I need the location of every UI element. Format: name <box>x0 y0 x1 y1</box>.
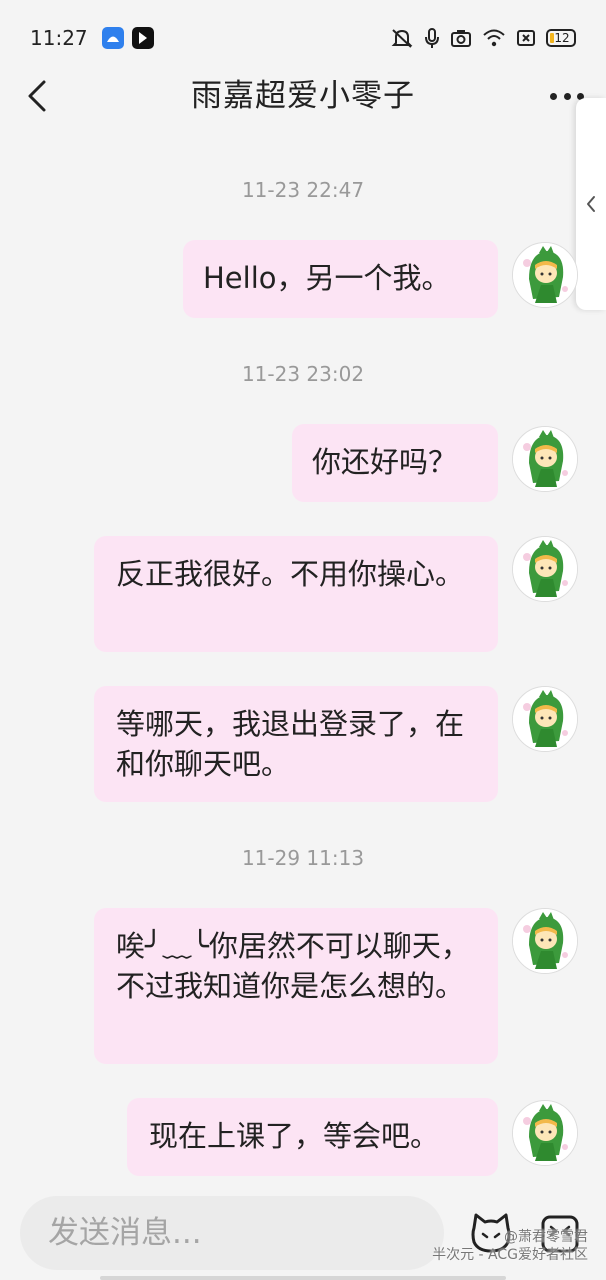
message-text: 你还好吗？ <box>312 445 458 479</box>
message-bubble[interactable]: 你还好吗？ <box>292 424 498 502</box>
status-bar: 11:27 12 <box>0 0 606 76</box>
message-input-bar <box>20 1196 444 1270</box>
watermark: @萧君零雪君 半次元 - ACG爱好者社区 <box>432 1228 588 1264</box>
more-dot-icon <box>563 92 571 100</box>
status-time: 11:27 <box>30 26 88 50</box>
more-dot-icon <box>550 92 557 100</box>
message-text: 现在上课了，等会吧。 <box>149 1119 440 1153</box>
chat-header: 雨嘉超爱小零子 <box>0 76 606 116</box>
message-timestamp: 11-29 11:13 <box>241 846 365 870</box>
user-avatar[interactable] <box>512 426 578 492</box>
user-avatar[interactable] <box>512 536 578 602</box>
mute-bell-icon <box>391 29 413 48</box>
message-text: 等哪天，我退出登录了，在和你聊天吧。 <box>116 707 465 781</box>
user-avatar[interactable] <box>512 686 578 752</box>
home-indicator <box>100 1276 506 1280</box>
message-bubble[interactable]: 反正我很好。不用你操心。 <box>94 536 498 652</box>
battery-level: 12 <box>554 31 570 45</box>
chat-title: 雨嘉超爱小零子 <box>191 78 415 114</box>
status-icons: 12 <box>390 27 576 49</box>
watermark-author: @萧君零雪君 <box>504 1229 588 1245</box>
message-input[interactable] <box>48 1215 428 1251</box>
message-bubble[interactable]: Hello，另一个我。 <box>183 240 498 318</box>
side-panel-toggle[interactable] <box>576 98 606 310</box>
microphone-icon <box>425 28 439 48</box>
user-avatar[interactable] <box>512 908 578 974</box>
android-app-icon <box>101 27 124 49</box>
wifi-icon <box>483 29 505 47</box>
user-avatar[interactable] <box>512 242 578 308</box>
message-timestamp: 11-23 23:02 <box>241 362 365 386</box>
dinosaur-avatar-icon <box>513 687 577 751</box>
message-bubble[interactable]: 现在上课了，等会吧。 <box>127 1098 498 1176</box>
dinosaur-avatar-icon <box>513 243 577 307</box>
user-avatar[interactable] <box>512 1100 578 1166</box>
dinosaur-avatar-icon <box>513 427 577 491</box>
battery-indicator: 12 <box>546 29 576 47</box>
camera-icon <box>451 30 471 47</box>
message-bubble[interactable]: 等哪天，我退出登录了，在和你聊天吧。 <box>94 686 498 802</box>
message-text: Hello，另一个我。 <box>203 261 451 295</box>
watermark-site: 半次元 - ACG爱好者社区 <box>432 1247 588 1263</box>
dinosaur-avatar-icon <box>513 1101 577 1165</box>
message-timestamp: 11-23 22:47 <box>241 178 365 202</box>
dinosaur-avatar-icon <box>513 537 577 601</box>
message-text: 反正我很好。不用你操心。 <box>116 557 465 591</box>
message-bubble[interactable]: 唉╯﹏╰你居然不可以聊天，不过我知道你是怎么想的。 <box>94 908 498 1064</box>
bilibili-style-app-icon <box>131 27 154 49</box>
message-text: 唉╯﹏╰你居然不可以聊天，不过我知道你是怎么想的。 <box>116 929 470 1003</box>
dinosaur-avatar-icon <box>513 909 577 973</box>
sim-card-icon <box>517 30 535 46</box>
